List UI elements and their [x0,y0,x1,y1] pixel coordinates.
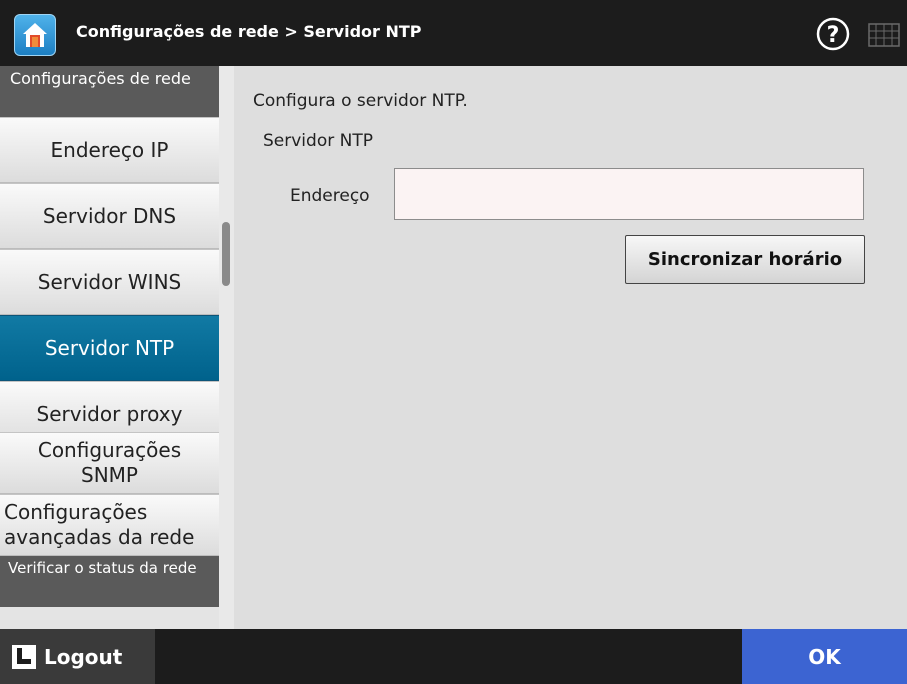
section-title: Servidor NTP [263,131,373,151]
sync-time-button[interactable]: Sincronizar horário [625,235,865,284]
keyboard-icon[interactable] [868,23,900,47]
page-title: Configurações de rede > Servidor NTP [76,22,422,41]
ok-button[interactable]: OK [742,629,907,684]
sidebar-item-snmp-settings[interactable]: Configurações SNMP [0,432,219,494]
sidebar-item-ip-address[interactable]: Endereço IP [0,117,219,183]
sidebar-item-wins-server[interactable]: Servidor WINS [0,249,219,315]
sidebar-blank-item [0,607,219,629]
main-panel: Configura o servidor NTP. Servidor NTP E… [234,66,907,629]
logout-icon [12,644,36,669]
sidebar-section-network: Configurações de rede [0,66,219,117]
scrollbar-thumb[interactable] [222,222,230,286]
help-icon: ? [816,17,850,51]
bottom-bar: Logout OK [0,629,907,684]
sidebar-item-dns-server[interactable]: Servidor DNS [0,183,219,249]
home-icon [23,23,47,47]
page-description: Configura o servidor NTP. [253,91,468,111]
svg-text:?: ? [827,23,840,48]
logout-button[interactable]: Logout [0,629,155,684]
help-button[interactable]: ? [816,17,850,51]
sidebar-section-status[interactable]: Verificar o status da rede [0,556,219,607]
title-bar: Configurações de rede > Servidor NTP ? [0,0,907,66]
address-input[interactable] [394,168,864,220]
address-label: Endereço [290,186,370,206]
sidebar-scrollbar[interactable] [219,66,234,629]
sidebar: Configurações de rede Endereço IP Servid… [0,66,234,629]
home-button[interactable] [14,14,56,56]
logout-label: Logout [44,644,123,669]
sidebar-item-ntp-server[interactable]: Servidor NTP [0,315,219,381]
sidebar-item-advanced-network[interactable]: Configurações avançadas da rede [0,494,219,556]
